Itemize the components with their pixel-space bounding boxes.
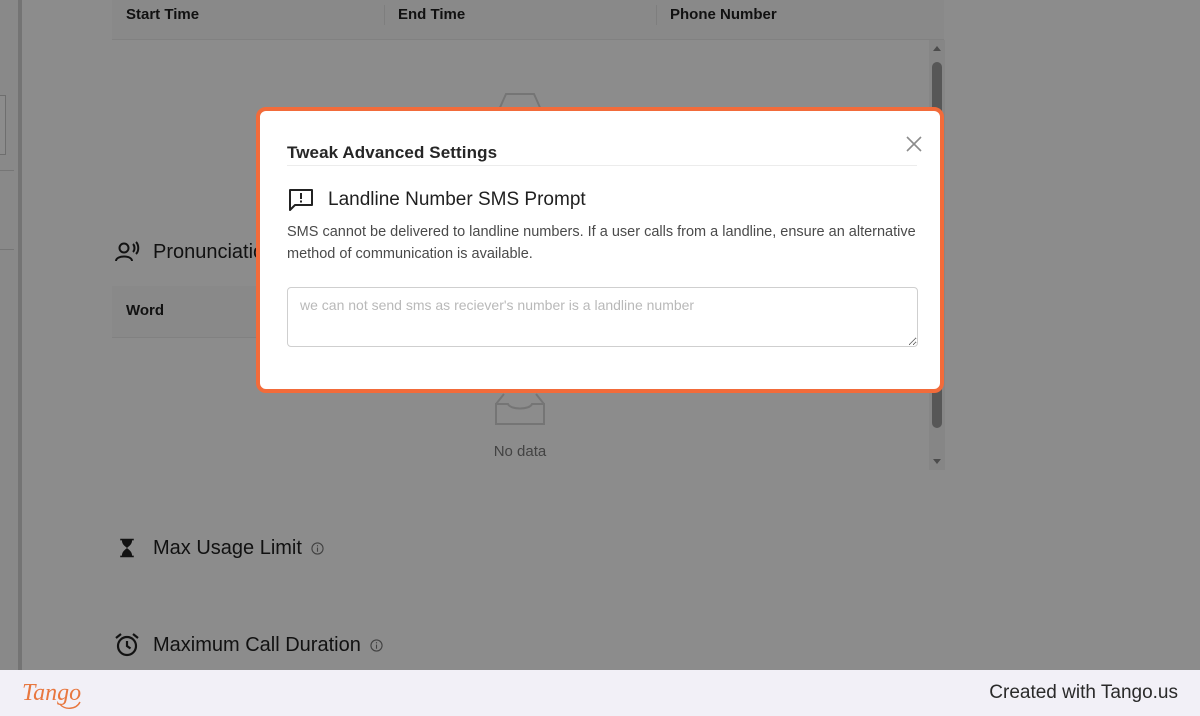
prompt-heading: Landline Number SMS Prompt — [288, 186, 586, 214]
svg-text:Tango: Tango — [22, 680, 81, 706]
tango-logo[interactable]: Tango — [20, 676, 92, 710]
modal-divider — [287, 165, 917, 166]
footer-credit[interactable]: Created with Tango.us — [989, 682, 1178, 704]
tango-screenshot: Start Time End Time Phone Number Pronunc… — [0, 0, 1200, 716]
prompt-title: Landline Number SMS Prompt — [328, 189, 586, 210]
prompt-description: SMS cannot be delivered to landline numb… — [287, 224, 916, 262]
close-icon[interactable] — [905, 135, 923, 153]
tango-footer: Tango Created with Tango.us — [0, 670, 1200, 716]
sms-prompt-textarea[interactable] — [287, 287, 918, 347]
modal-title: Tweak Advanced Settings — [287, 143, 498, 162]
message-alert-icon — [289, 189, 313, 211]
advanced-settings-modal: Tweak Advanced Settings Landline Number … — [256, 107, 944, 393]
